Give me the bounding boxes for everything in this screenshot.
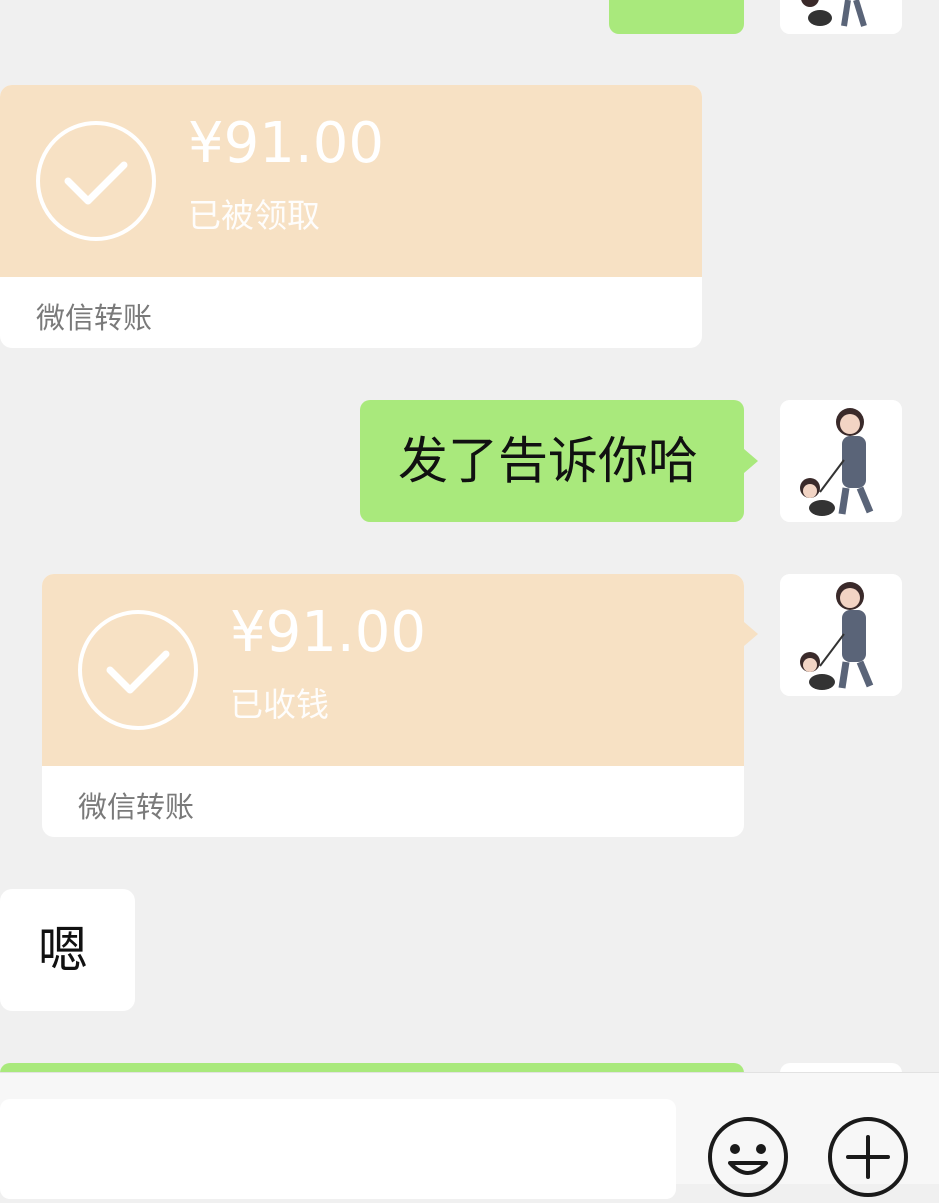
outgoing-bubble-partial-top[interactable] — [609, 0, 744, 34]
transfer-status: 已被领取 — [188, 196, 320, 235]
transfer-amount: ¥91.00 — [188, 111, 384, 176]
transfer-label: 微信转账 — [78, 790, 195, 824]
incoming-text-bubble[interactable]: 嗯 — [0, 889, 135, 1011]
bubble-tail — [744, 449, 758, 473]
avatar-self[interactable] — [780, 574, 902, 696]
message-input[interactable] — [0, 1099, 676, 1199]
transfer-label: 微信转账 — [36, 301, 153, 335]
transfer-amount: ¥91.00 — [230, 600, 426, 665]
transfer-card-collected[interactable]: ¥91.00 已收钱 微信转账 — [42, 574, 758, 837]
emoji-icon[interactable] — [706, 1115, 790, 1199]
avatar-image — [780, 574, 902, 696]
message-text: 嗯 — [38, 921, 88, 979]
message-text: 发了告诉你哈 — [398, 432, 698, 490]
avatar-self[interactable] — [780, 400, 902, 522]
avatar-image — [780, 0, 902, 34]
plus-icon[interactable] — [826, 1115, 910, 1199]
transfer-status: 已收钱 — [230, 685, 329, 724]
outgoing-text-bubble[interactable]: 发了告诉你哈 — [360, 400, 758, 522]
check-circle-icon — [34, 119, 158, 243]
avatar-image — [780, 400, 902, 522]
avatar-self[interactable] — [780, 0, 902, 34]
chat-input-bar — [0, 1072, 939, 1199]
check-circle-icon — [76, 608, 200, 732]
transfer-card-received[interactable]: ¥91.00 已被领取 微信转账 — [0, 85, 702, 348]
bubble-tail — [744, 622, 758, 646]
